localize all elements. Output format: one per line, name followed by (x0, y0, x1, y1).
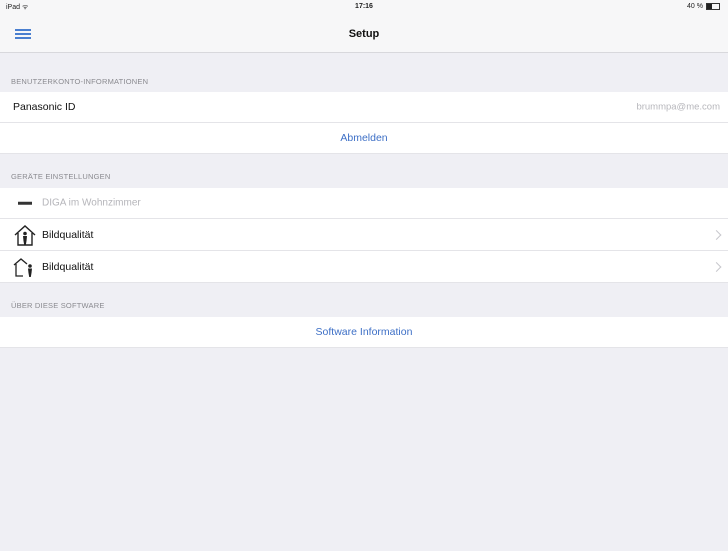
section-header-about-label: ÜBER DIESE SOFTWARE (11, 301, 105, 310)
page-title: Setup (348, 28, 380, 40)
logout-button[interactable]: Abmelden (0, 132, 728, 144)
picture-quality-row-2[interactable]: Bildqualität (0, 251, 728, 283)
battery-icon (706, 3, 720, 10)
home-inside-person-icon (14, 225, 36, 246)
logout-row[interactable]: Abmelden (0, 123, 728, 154)
status-bar: iPad ᯤ 17:16 40 % (0, 0, 728, 14)
software-info-row[interactable]: Software Information (0, 317, 728, 348)
status-time: 17:16 (355, 3, 373, 10)
device-row: DIGA im Wohnzimmer (0, 188, 728, 219)
picture-quality-label-2: Bildqualität (42, 260, 94, 273)
device-name: DIGA im Wohnzimmer (42, 197, 141, 209)
home-outside-person-icon (13, 258, 32, 277)
panasonic-id-row: Panasonic ID brummpa@me.com (0, 92, 728, 123)
battery-text: 40 % (687, 3, 703, 10)
section-header-about: ÜBER DIESE SOFTWARE (0, 283, 728, 316)
software-information-button[interactable]: Software Information (0, 326, 728, 338)
section-header-account-label: BENUTZERKONTO-INFORMATIONEN (11, 77, 149, 86)
picture-quality-row-1[interactable]: Bildqualität (0, 219, 728, 251)
panasonic-id-value: brummpa@me.com (636, 101, 720, 113)
chevron-right-icon (711, 261, 722, 272)
panasonic-id-label: Panasonic ID (13, 101, 76, 113)
navigation-bar: Setup (0, 14, 728, 53)
battery-status: 40 % (687, 3, 720, 10)
section-header-device-label: GERÄTE EINSTELLUNGEN (11, 172, 111, 181)
chevron-right-icon (711, 229, 722, 240)
section-header-device: GERÄTE EINSTELLUNGEN (0, 154, 728, 187)
picture-quality-label-1: Bildqualität (42, 228, 94, 241)
section-header-account: BENUTZERKONTO-INFORMATIONEN (0, 53, 728, 92)
device-dash-icon (18, 201, 32, 205)
